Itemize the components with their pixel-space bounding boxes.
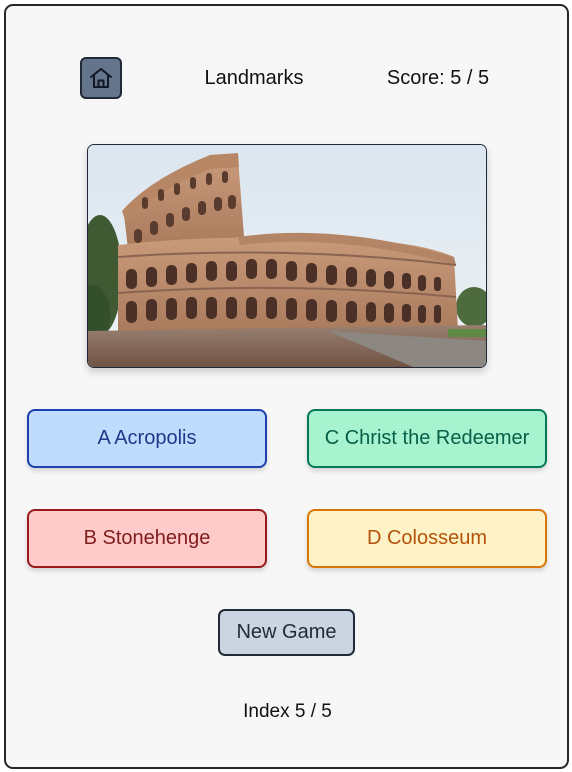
answer-b-button[interactable]: B Stonehenge bbox=[27, 509, 267, 568]
new-game-button[interactable]: New Game bbox=[218, 609, 355, 656]
landmark-photo bbox=[87, 144, 487, 368]
answer-c-button[interactable]: C Christ the Redeemer bbox=[307, 409, 547, 468]
game-title: Landmarks bbox=[204, 67, 304, 89]
answer-d-button[interactable]: D Colosseum bbox=[307, 509, 547, 568]
home-icon bbox=[90, 68, 112, 88]
score-display: Score: 5 / 5 bbox=[386, 67, 490, 89]
colosseum-image bbox=[88, 145, 486, 367]
answer-a-button[interactable]: A Acropolis bbox=[27, 409, 267, 468]
question-index: Index 5 / 5 bbox=[243, 701, 332, 722]
home-button[interactable] bbox=[80, 57, 122, 99]
